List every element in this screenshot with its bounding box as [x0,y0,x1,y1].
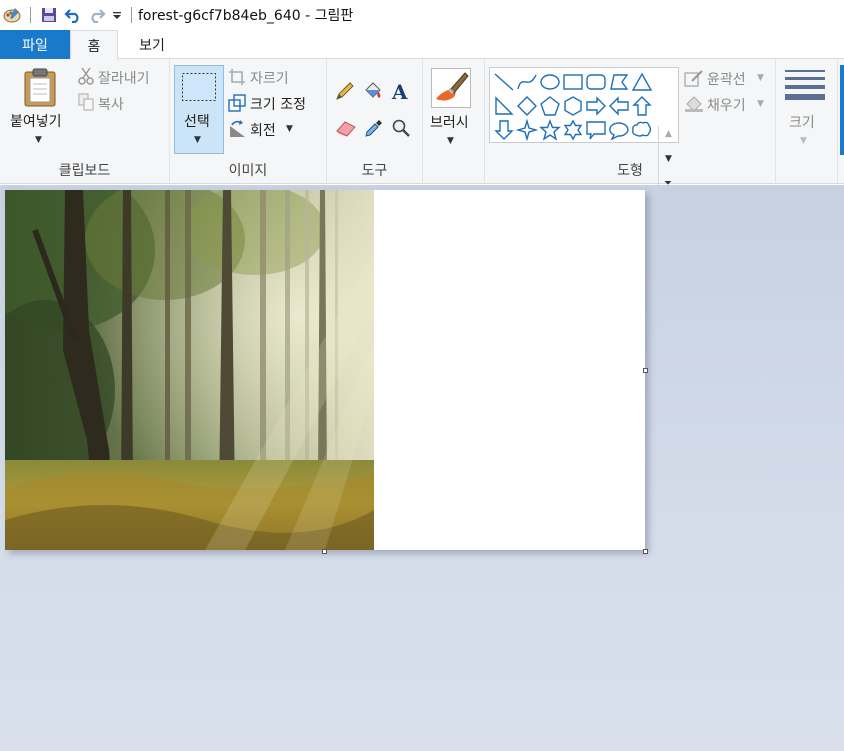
toolbar-separator [131,7,132,23]
five-point-star-shape-icon[interactable] [539,119,561,141]
down-arrow-shape-icon[interactable] [493,119,515,141]
resize-handle-corner[interactable] [643,549,648,554]
ribbon-tabs: 파일 홈 보기 [0,30,844,60]
tab-home[interactable]: 홈 [70,30,118,60]
quick-access-toolbar [0,0,138,30]
brushes-group: 브러시 ▼ [423,59,485,184]
customize-icon[interactable] [109,0,125,30]
crop-button[interactable]: 자르기 [250,68,289,88]
outline-button[interactable]: 윤곽선 [707,69,746,89]
fill-icon[interactable] [684,95,704,117]
chevron-down-icon[interactable]: ▼ [194,135,201,145]
chevron-down-icon[interactable]: ▼ [757,99,764,109]
hexagon-shape-icon[interactable] [562,95,584,117]
color-panel-edge [840,65,844,155]
outline-icon[interactable] [684,69,704,91]
clipboard-group-label: 클립보드 [58,163,111,179]
brushes-button[interactable]: 브러시 [430,112,469,132]
rotate-button[interactable]: 회전 [250,120,276,140]
tools-group: A 도구 [327,59,423,184]
copy-icon[interactable] [78,93,94,115]
chevron-down-icon[interactable]: ▼ [286,124,293,134]
left-arrow-shape-icon[interactable] [608,95,630,117]
brush-icon[interactable] [431,68,471,108]
pentagon-shape-icon[interactable] [539,95,561,117]
title-bar: forest-g6cf7b84eb_640 - 그림판 [0,0,844,30]
chevron-down-icon[interactable]: ▼ [800,136,807,146]
four-point-star-shape-icon[interactable] [516,119,538,141]
shapes-gallery [489,67,679,143]
scroll-up-icon[interactable]: ▲ [665,129,672,139]
drawing-canvas[interactable] [5,190,645,550]
oval-callout-shape-icon[interactable] [608,119,630,141]
right-arrow-shape-icon[interactable] [585,95,607,117]
cloud-callout-shape-icon[interactable] [631,119,653,141]
size-button[interactable]: 크기 [789,112,815,132]
undo-icon[interactable] [61,0,85,30]
chevron-down-icon[interactable]: ▼ [757,73,764,83]
scroll-down-icon[interactable]: ▼ [665,154,672,164]
oval-shape-icon[interactable] [539,71,561,93]
resize-icon[interactable] [228,94,246,116]
magnifier-icon[interactable] [391,118,411,142]
paint-app-icon[interactable] [0,0,24,30]
svg-text:A: A [391,81,408,101]
canvas-workspace[interactable] [0,185,844,751]
window-title: forest-g6cf7b84eb_640 - 그림판 [138,8,354,24]
clipboard-group: 붙여넣기 ▼ 잘라내기 복사 클립보드 [0,59,170,184]
rounded-rectangle-shape-icon[interactable] [585,71,607,93]
rectangle-shape-icon[interactable] [562,71,584,93]
tab-view[interactable]: 보기 [124,30,180,59]
paste-icon[interactable] [22,67,58,111]
tools-group-label: 도구 [361,163,388,179]
resize-handle-right[interactable] [643,368,648,373]
text-icon[interactable]: A [391,80,411,105]
image-group: 선택 ▼ 자르기 크기 조정 회전 ▼ 이미지 [170,59,327,184]
curve-shape-icon[interactable] [516,71,538,93]
image-group-label: 이미지 [228,163,268,179]
chevron-down-icon[interactable]: ▼ [447,136,454,146]
up-arrow-shape-icon[interactable] [631,95,653,117]
shapes-group-label: 도형 [617,163,643,179]
crop-icon[interactable] [228,68,246,90]
pencil-icon[interactable] [335,81,355,105]
resize-handle-bottom[interactable] [322,549,327,554]
scissors-icon[interactable] [78,67,94,89]
copy-button[interactable]: 복사 [98,94,124,114]
six-point-star-shape-icon[interactable] [562,119,584,141]
polygon-shape-icon[interactable] [608,71,630,93]
size-group: 크기 ▼ [776,59,838,184]
right-triangle-shape-icon[interactable] [493,95,515,117]
tab-file[interactable]: 파일 [0,30,70,59]
resize-button[interactable]: 크기 조정 [250,94,306,114]
color-picker-icon[interactable] [364,118,384,142]
rotate-icon[interactable] [228,120,246,142]
triangle-shape-icon[interactable] [631,71,653,93]
paste-button[interactable]: 붙여넣기 [10,111,62,131]
cut-button[interactable]: 잘라내기 [98,68,150,88]
toolbar-separator [30,7,31,23]
rectangular-callout-shape-icon[interactable] [585,119,607,141]
fill-button[interactable]: 채우기 [707,95,746,115]
ribbon: 붙여넣기 ▼ 잘라내기 복사 클립보드 선택 ▼ 자르기 크기 조정 회전 ▼ [0,59,844,200]
line-shape-icon[interactable] [493,71,515,93]
select-icon[interactable] [181,72,217,106]
fill-bucket-icon[interactable] [363,81,383,105]
select-label[interactable]: 선택 [184,111,210,131]
redo-icon[interactable] [85,0,109,30]
chevron-down-icon[interactable]: ▼ [35,135,42,145]
forest-image [5,190,374,550]
eraser-icon[interactable] [335,119,357,141]
diamond-shape-icon[interactable] [516,95,538,117]
size-lines-icon[interactable] [785,69,825,107]
save-icon[interactable] [37,0,61,30]
